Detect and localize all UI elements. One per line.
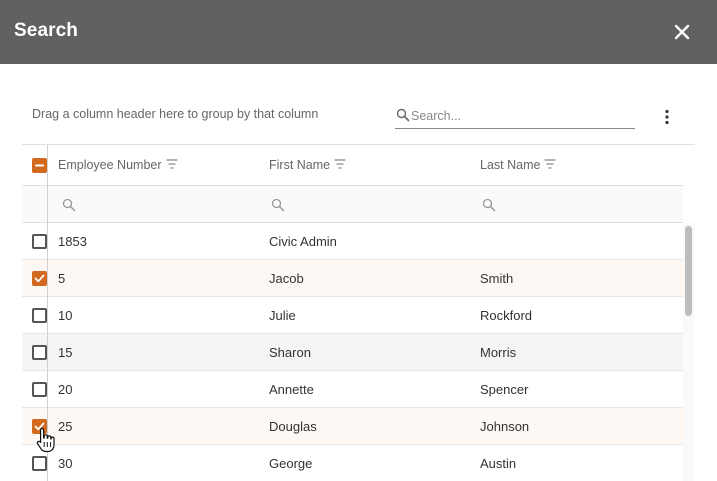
column-header-label: Employee Number	[58, 158, 162, 172]
table-row[interactable]: 1853 Civic Admin	[22, 223, 683, 260]
first-name-cell: Douglas	[269, 419, 317, 434]
last-name-cell: Morris	[480, 345, 517, 360]
row-checkbox[interactable]	[32, 382, 47, 397]
first-name-cell: George	[269, 456, 313, 471]
check-icon	[34, 422, 45, 431]
employee-number-cell: 20	[58, 382, 73, 397]
table-row[interactable]: 20 Annette Spencer	[22, 371, 683, 408]
grid-search[interactable]	[395, 105, 635, 129]
dialog-titlebar: Search	[0, 0, 717, 64]
table-row[interactable]: 5 Jacob Smith	[22, 260, 683, 297]
row-checkbox[interactable]	[32, 345, 47, 360]
last-name-cell: Johnson	[480, 419, 530, 434]
search-input[interactable]	[411, 107, 631, 125]
row-checkbox[interactable]	[32, 456, 47, 471]
search-icon	[396, 108, 410, 122]
more-vertical-icon[interactable]	[660, 108, 674, 126]
employee-number-cell: 25	[58, 419, 73, 434]
employee-number-cell: 30	[58, 456, 73, 471]
search-icon[interactable]	[482, 198, 496, 212]
row-checkbox[interactable]	[32, 419, 47, 434]
column-header-label: First Name	[269, 158, 331, 172]
group-by-hint: Drag a column header here to group by th…	[32, 107, 319, 121]
row-checkbox[interactable]	[32, 308, 47, 323]
column-header-employee-number[interactable]: Employee Number	[58, 158, 178, 172]
table-row[interactable]: 30 George Austin	[22, 445, 683, 481]
grid-filter-row	[22, 186, 683, 223]
table-row[interactable]: 10 Julie Rockford	[22, 297, 683, 334]
filter-icon[interactable]	[544, 158, 556, 169]
employee-number-cell: 1853	[58, 234, 87, 249]
first-name-cell: Julie	[269, 308, 296, 323]
search-icon[interactable]	[271, 198, 285, 212]
scrollbar-thumb[interactable]	[685, 226, 692, 316]
select-all-checkbox[interactable]	[32, 158, 47, 173]
first-name-cell: Civic Admin	[269, 234, 337, 249]
employee-number-cell: 5	[58, 271, 66, 286]
last-name-cell: Smith	[480, 271, 514, 286]
employee-number-cell: 10	[58, 308, 73, 323]
checkbox-column-divider	[47, 145, 48, 481]
vertical-scrollbar[interactable]	[683, 223, 695, 481]
check-icon	[34, 274, 45, 283]
column-header-last-name[interactable]: Last Name	[480, 158, 556, 172]
row-checkbox[interactable]	[32, 234, 47, 249]
filter-icon[interactable]	[334, 158, 346, 169]
row-checkbox[interactable]	[32, 271, 47, 286]
column-header-label: Last Name	[480, 158, 541, 172]
employee-grid: Employee Number First Name Last Name 185…	[22, 144, 695, 481]
employee-number-cell: 15	[58, 345, 73, 360]
last-name-cell: Austin	[480, 456, 517, 471]
first-name-cell: Annette	[269, 382, 314, 397]
first-name-cell: Sharon	[269, 345, 311, 360]
filter-icon[interactable]	[166, 158, 178, 169]
search-icon[interactable]	[62, 198, 76, 212]
close-icon[interactable]	[670, 20, 694, 44]
table-row[interactable]: 25 Douglas Johnson	[22, 408, 683, 445]
first-name-cell: Jacob	[269, 271, 304, 286]
table-row[interactable]: 15 Sharon Morris	[22, 334, 683, 371]
last-name-cell: Spencer	[480, 382, 529, 397]
dialog-title: Search	[14, 20, 78, 41]
grid-header-row: Employee Number First Name Last Name	[22, 145, 683, 186]
column-header-first-name[interactable]: First Name	[269, 158, 346, 172]
last-name-cell: Rockford	[480, 308, 533, 323]
